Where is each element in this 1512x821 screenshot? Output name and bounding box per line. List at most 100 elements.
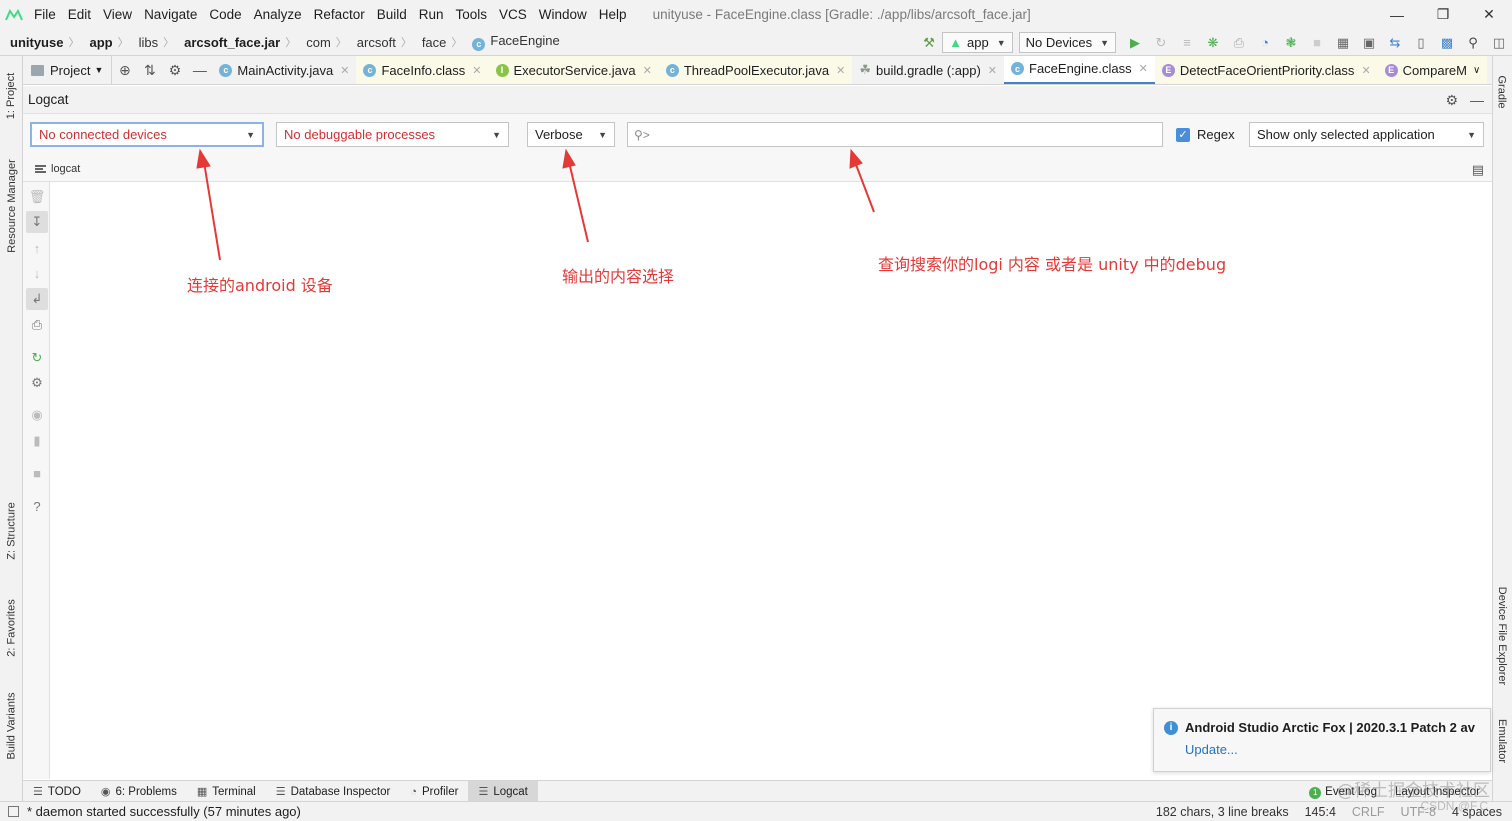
restore-button[interactable]: ❐ <box>1420 0 1466 29</box>
regex-checkbox[interactable]: ✓ Regex <box>1176 122 1235 147</box>
search-icon[interactable]: ⚲ <box>1460 29 1486 56</box>
tab-main-activity[interactable]: c MainActivity.java ✕ <box>212 56 356 84</box>
tool-terminal[interactable]: ▦ Terminal <box>187 781 266 803</box>
settings-layout-icon[interactable]: ◫ <box>1486 29 1512 56</box>
layout-options-icon[interactable]: ▤ <box>1472 162 1484 178</box>
tool-database-inspector[interactable]: ☰ Database Inspector <box>266 781 401 803</box>
breadcrumb-arcsoft[interactable]: arcsoft <box>347 35 401 50</box>
tab-executor-service[interactable]: I ExecutorService.java ✕ <box>488 56 659 84</box>
breadcrumb-current[interactable]: c FaceEngine <box>462 33 564 51</box>
gradle-side-tab[interactable]: Gradle <box>1492 62 1512 122</box>
menu-window[interactable]: Window <box>533 7 593 22</box>
logcat-tab[interactable]: logcat <box>35 163 80 175</box>
stop-icon[interactable]: ■ <box>1304 29 1330 56</box>
device-manager-icon[interactable]: ▯ <box>1408 29 1434 56</box>
close-tab-icon[interactable]: ✕ <box>1139 62 1148 75</box>
arrow-up-icon[interactable]: ↑ <box>26 237 48 259</box>
toggle-tool-windows-icon[interactable] <box>8 806 19 817</box>
close-tab-icon[interactable]: ✕ <box>643 64 652 77</box>
caret-position[interactable]: 145:4 <box>1305 805 1336 819</box>
sync-gradle-icon[interactable]: ⇆ <box>1382 29 1408 56</box>
debug-attach-icon[interactable]: ❃ <box>1278 29 1304 56</box>
line-separator[interactable]: CRLF <box>1352 805 1385 819</box>
breadcrumb-jar[interactable]: arcsoft_face.jar <box>174 35 285 50</box>
tab-detect-face-orient-priority[interactable]: E DetectFaceOrientPriority.class ✕ <box>1154 56 1378 84</box>
camera-icon[interactable]: ◉ <box>26 404 48 426</box>
sdk-manager-icon[interactable]: ▩ <box>1434 29 1460 56</box>
breadcrumb-libs[interactable]: libs <box>129 35 164 50</box>
debug-icon[interactable]: ❋ <box>1200 29 1226 56</box>
tool-todo[interactable]: ☰ TODO <box>23 781 91 803</box>
breadcrumb-project[interactable]: unityuse <box>0 35 68 50</box>
menu-file[interactable]: File <box>28 7 62 22</box>
gear-icon[interactable]: ⚙ <box>162 62 187 79</box>
collapse-icon[interactable]: ⇅ <box>137 62 162 79</box>
menu-build[interactable]: Build <box>371 7 413 22</box>
print-icon[interactable]: ⎙ <box>26 314 48 336</box>
restart-icon[interactable]: ↻ <box>26 347 48 369</box>
tab-face-info[interactable]: c FaceInfo.class ✕ <box>356 56 489 84</box>
close-tab-icon[interactable]: ✕ <box>1361 64 1370 77</box>
update-link[interactable]: Update... <box>1185 742 1238 757</box>
scroll-to-end-icon[interactable]: ↧ <box>26 211 48 233</box>
menu-refactor[interactable]: Refactor <box>308 7 371 22</box>
menu-view[interactable]: View <box>97 7 138 22</box>
soft-wrap-icon[interactable]: ↲ <box>26 288 48 310</box>
run-config-dropdown[interactable]: ▲ app ▼ <box>942 32 1013 53</box>
logcat-search-input[interactable]: ⚲˃ <box>627 122 1163 147</box>
menu-run[interactable]: Run <box>413 7 450 22</box>
breadcrumb-face[interactable]: face <box>412 35 452 50</box>
attach-debugger-icon[interactable]: ⎙ <box>1226 29 1252 56</box>
chevron-down-icon[interactable]: ∨ <box>1473 65 1480 76</box>
tool-profiler[interactable]: ◔ Profiler <box>400 781 468 803</box>
hide-panel-icon[interactable]: — <box>1470 92 1484 108</box>
apply-changes-icon[interactable]: ↻ <box>1148 29 1174 56</box>
menu-help[interactable]: Help <box>593 7 633 22</box>
structure-side-tab[interactable]: Z: Structure <box>0 491 23 571</box>
resource-manager-side-tab[interactable]: Resource Manager <box>0 146 23 266</box>
tool-logcat[interactable]: ☰ Logcat <box>468 780 538 803</box>
stop-icon[interactable]: ■ <box>26 462 48 484</box>
close-button[interactable]: ✕ <box>1466 0 1512 29</box>
tab-build-gradle[interactable]: ☘ build.gradle (:app) ✕ <box>852 56 1004 84</box>
close-tab-icon[interactable]: ✕ <box>340 64 349 77</box>
filter-config-select[interactable]: Show only selected application ▼ <box>1249 122 1484 147</box>
menu-analyze[interactable]: Analyze <box>248 7 308 22</box>
menu-vcs[interactable]: VCS <box>493 7 533 22</box>
tab-compare-model[interactable]: E CompareM ∨ <box>1377 56 1488 84</box>
device-select[interactable]: No connected devices ▼ <box>30 122 264 147</box>
hide-icon[interactable]: — <box>187 62 212 78</box>
device-file-explorer-side-tab[interactable]: Device File Explorer <box>1492 576 1512 696</box>
gear-icon[interactable]: ⚙ <box>26 372 48 394</box>
locate-icon[interactable]: ⊕ <box>112 62 137 79</box>
process-select[interactable]: No debuggable processes ▼ <box>276 122 509 147</box>
menu-edit[interactable]: Edit <box>62 7 97 22</box>
help-icon[interactable]: ? <box>26 495 48 517</box>
close-tab-icon[interactable]: ✕ <box>836 64 845 77</box>
project-side-tab[interactable]: 1: Project <box>0 60 23 132</box>
tool-problems[interactable]: ◉ 6: Problems <box>91 781 187 803</box>
close-tab-icon[interactable]: ✕ <box>472 64 481 77</box>
hammer-icon[interactable]: ⚒ <box>916 29 942 56</box>
close-tab-icon[interactable]: ✕ <box>988 64 997 77</box>
menu-navigate[interactable]: Navigate <box>138 7 203 22</box>
run-icon[interactable]: ▶ <box>1122 29 1148 56</box>
tab-thread-pool-executor[interactable]: c ThreadPoolExecutor.java ✕ <box>658 56 853 84</box>
breadcrumb-module[interactable]: app <box>79 35 117 50</box>
project-view-dropdown[interactable]: Project ▼ <box>23 56 113 84</box>
trash-icon[interactable]: 🗑 <box>26 186 48 208</box>
log-level-select[interactable]: Verbose ▼ <box>527 122 615 147</box>
tab-face-engine[interactable]: c FaceEngine.class ✕ <box>1004 56 1155 84</box>
video-icon[interactable]: ▮ <box>26 430 48 452</box>
avd-manager-icon[interactable]: ▣ <box>1356 29 1382 56</box>
breadcrumb-com[interactable]: com <box>296 35 336 50</box>
favorites-side-tab[interactable]: 2: Favorites <box>0 588 23 668</box>
build-variants-side-tab[interactable]: Build Variants <box>0 681 23 771</box>
profile-icon[interactable]: ◔ <box>1252 29 1278 56</box>
project-structure-icon[interactable]: ▦ <box>1330 29 1356 56</box>
emulator-side-tab[interactable]: Emulator <box>1492 711 1512 771</box>
gear-icon[interactable]: ⚙ <box>1445 92 1458 109</box>
menu-code[interactable]: Code <box>203 7 247 22</box>
device-dropdown[interactable]: No Devices ▼ <box>1018 32 1116 53</box>
minimize-button[interactable]: — <box>1374 0 1420 29</box>
